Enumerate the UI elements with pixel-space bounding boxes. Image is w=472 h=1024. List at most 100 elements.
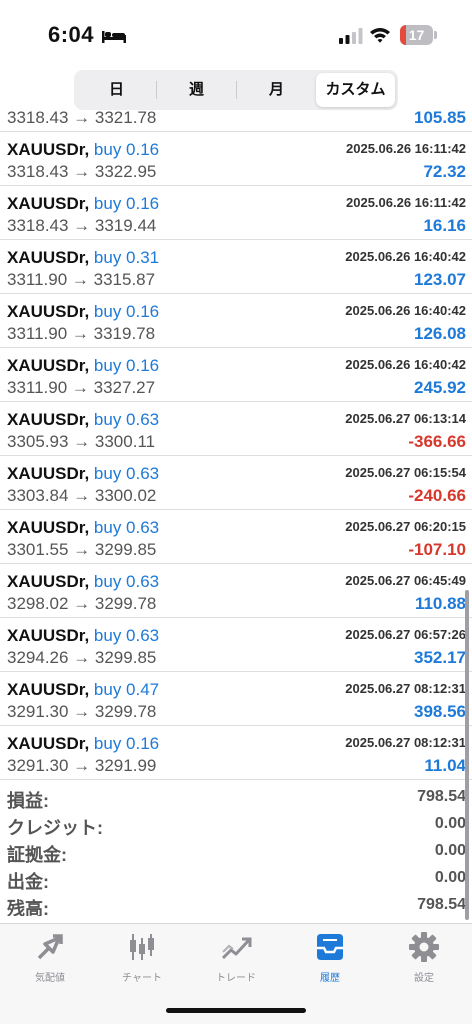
symbol-text: XAUUSDr, [7,140,90,159]
tab-label: トレード [216,973,256,984]
summary-value: 0.00 [434,842,466,859]
trade-symbol: XAUUSDr, buy 0.31 [7,248,159,268]
trade-symbol: XAUUSDr, buy 0.63 [7,572,159,592]
summary-value: 0.00 [434,815,466,832]
trade-side: buy 0.16 [93,356,160,375]
trade-time: 2025.06.26 16:11:42 [346,195,466,210]
list-item[interactable]: XAUUSDr, buy 0.16 2025.06.26 16:40:42 33… [0,294,472,348]
trade-profit: 126.08 [414,324,466,343]
trade-prices: 3318.43 → 3319.44 [7,216,157,235]
trade-prices: 3311.90 → 3315.87 [7,270,156,289]
segment-month[interactable]: 月 [237,73,316,107]
segment-day[interactable]: 日 [77,73,156,107]
list-item[interactable]: XAUUSDr, buy 0.16 2025.06.26 16:40:42 33… [0,348,472,402]
trade-prices: 3298.02 → 3299.78 [7,594,157,613]
trade-side: buy 0.16 [93,302,160,321]
summary-value: 798.54 [417,788,466,805]
trade-profit: -366.66 [408,432,466,451]
trade-time: 2025.06.27 06:45:49 [345,573,466,588]
list-item[interactable]: XAUUSDr, buy 0.16 2025.06.27 08:12:31 32… [0,726,472,780]
trade-time: 2025.06.27 08:12:31 [345,735,466,750]
trade-symbol: XAUUSDr, buy 0.16 [7,356,159,376]
symbol-text: XAUUSDr, [7,410,90,429]
symbol-text: XAUUSDr, [7,464,90,483]
trade-time: 2025.06.26 16:11:42 [346,141,466,156]
trade-time: 2025.06.27 06:20:15 [345,519,466,534]
trade-side: buy 0.63 [93,518,160,537]
history-inbox-icon [317,934,343,960]
trade-profit: -107.10 [408,540,466,559]
tab-chart[interactable]: チャート [95,930,189,990]
segment-custom[interactable]: カスタム [316,73,395,107]
tab-settings[interactable]: 設定 [377,930,471,990]
battery-level-text: 17 [408,27,425,43]
trade-side: buy 0.63 [93,410,160,429]
list-item[interactable]: XAUUSDr, buy 0.63 2025.06.27 06:13:14 33… [0,402,472,456]
trade-prices: 3291.30 → 3299.78 [7,702,157,721]
tab-label: 気配値 [35,973,65,984]
gear-icon [409,932,439,962]
battery-indicator: 17 [400,25,433,45]
status-time: 6:04 [48,22,95,47]
summary-row-credit: クレジット: 0.00 [0,811,472,838]
trade-side: buy 0.16 [93,140,160,159]
trade-symbol: XAUUSDr, buy 0.63 [7,410,159,430]
list-item[interactable]: XAUUSDr, buy 0.16 2025.06.26 16:11:42 33… [0,132,472,186]
trade-prices: 3311.90 → 3327.27 [7,378,156,397]
trade-time: 2025.06.26 16:40:42 [345,303,466,318]
trade-symbol: XAUUSDr, buy 0.16 [7,140,159,160]
summary-value: 0.00 [434,869,466,886]
trade-side: buy 0.47 [93,680,160,699]
list-item[interactable]: XAUUSDr, buy 0.63 2025.06.27 06:45:49 32… [0,564,472,618]
tab-history[interactable]: 履歴 [283,930,377,990]
trade-prices: 3311.90 → 3319.78 [7,324,156,343]
summary-row-withdrawal: 出金: 0.00 [0,865,472,892]
symbol-text: XAUUSDr, [7,518,90,537]
list-item[interactable]: XAUUSDr, buy 0.63 2025.06.27 06:15:54 33… [0,456,472,510]
history-list[interactable]: 3318.43 → 3321.78 105.85 XAUUSDr, buy 0.… [0,106,472,916]
trade-time: 2025.06.26 16:40:42 [345,357,466,372]
trade-side: buy 0.63 [93,464,160,483]
symbol-text: XAUUSDr, [7,356,90,375]
symbol-text: XAUUSDr, [7,248,90,267]
trade-time: 2025.06.27 08:12:31 [345,681,466,696]
trade-profit: 245.92 [414,378,466,397]
scrollbar[interactable] [465,590,469,920]
trade-side: buy 0.31 [93,248,160,267]
trade-time: 2025.06.27 06:13:14 [345,411,466,426]
symbol-text: XAUUSDr, [7,734,90,753]
summary-label: 損益: [7,791,49,811]
tab-quotes[interactable]: 気配値 [3,930,97,990]
trade-side: buy 0.63 [93,572,160,591]
trade-prices: 3291.30 → 3291.99 [7,756,157,775]
summary-label: 出金: [7,872,49,892]
wifi-icon [370,28,390,43]
sleep-bed-icon [102,31,126,43]
cellular-signal-icon [339,28,363,44]
trade-symbol: XAUUSDr, buy 0.47 [7,680,159,700]
trade-symbol: XAUUSDr, buy 0.63 [7,464,159,484]
list-item[interactable]: XAUUSDr, buy 0.31 2025.06.26 16:40:42 33… [0,240,472,294]
list-item[interactable]: XAUUSDr, buy 0.47 2025.06.27 08:12:31 32… [0,672,472,726]
tab-trade[interactable]: トレード [189,930,283,990]
trade-time: 2025.06.26 16:40:42 [345,249,466,264]
trade-profit: 123.07 [414,270,466,289]
symbol-text: XAUUSDr, [7,302,90,321]
trade-symbol: XAUUSDr, buy 0.16 [7,734,159,754]
list-item[interactable]: XAUUSDr, buy 0.63 2025.06.27 06:57:26 32… [0,618,472,672]
trade-side: buy 0.63 [93,626,160,645]
summary-label: 残高: [7,899,49,916]
trade-time: 2025.06.27 06:15:54 [345,465,466,480]
list-item[interactable]: XAUUSDr, buy 0.16 2025.06.26 16:11:42 33… [0,186,472,240]
trade-symbol: XAUUSDr, buy 0.63 [7,626,159,646]
list-item-partial[interactable]: 3318.43 → 3321.78 105.85 [0,106,472,132]
symbol-text: XAUUSDr, [7,680,90,699]
home-indicator[interactable] [166,1008,306,1013]
trade-symbol: XAUUSDr, buy 0.63 [7,518,159,538]
trade-profit: -240.66 [408,486,466,505]
list-item[interactable]: XAUUSDr, buy 0.63 2025.06.27 06:20:15 33… [0,510,472,564]
summary-value: 798.54 [417,896,466,913]
segment-week[interactable]: 週 [157,73,236,107]
period-segmented-control: 日 週 月 カスタム [74,70,398,110]
trade-prices: 3301.55 → 3299.85 [7,540,157,559]
